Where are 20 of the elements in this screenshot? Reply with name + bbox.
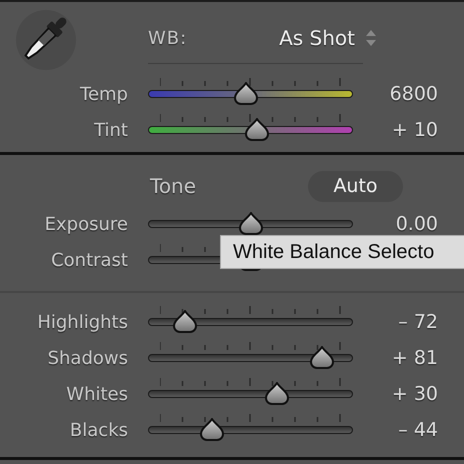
slider-value: + 10	[390, 119, 438, 141]
slider-label: Contrast	[50, 250, 128, 270]
slider-value: 0.00	[394, 213, 438, 235]
slider-label: Tint	[93, 120, 128, 140]
slider-label: Blacks	[68, 420, 128, 440]
slider-value: – 44	[397, 419, 438, 441]
wb-label: WB:	[148, 28, 188, 48]
tooltip: White Balance Selecto	[220, 235, 464, 269]
slider-label: Shadows	[46, 348, 128, 368]
slider-label: Highlights	[36, 312, 128, 332]
slider-value: – 72	[397, 311, 438, 333]
slider-value: + 81	[390, 347, 438, 369]
slider-value: 6800	[388, 83, 438, 105]
slider-label: Whites	[65, 384, 128, 404]
auto-button[interactable]: Auto	[308, 170, 403, 202]
slider-label: Temp	[79, 84, 128, 104]
tone-title: Tone	[150, 174, 196, 198]
slider-value: + 30	[390, 383, 438, 405]
wb-value[interactable]: As Shot	[279, 26, 355, 50]
slider-label: Exposure	[44, 214, 128, 234]
